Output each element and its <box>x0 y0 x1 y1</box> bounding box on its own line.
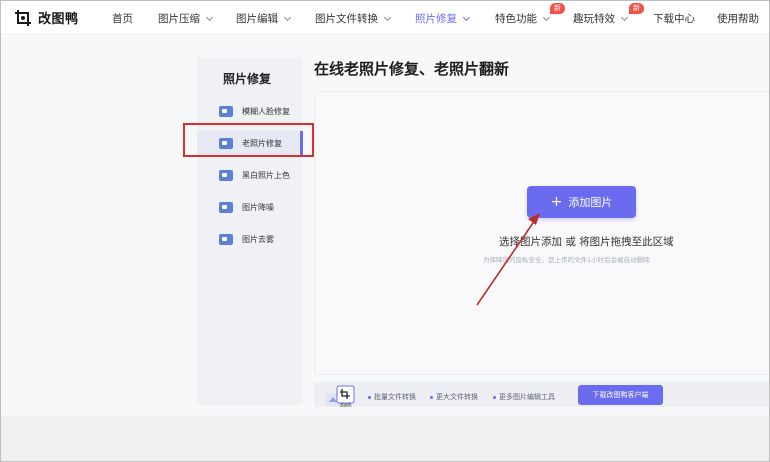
add-image-label: 添加图片 <box>568 196 613 209</box>
nav-label: 图片压缩 <box>158 13 200 25</box>
footer-strip <box>1 416 769 461</box>
nav-fun-effects[interactable]: 趣玩特效 <box>573 11 629 26</box>
sidebar-item-label: 黑白照片上色 <box>242 170 290 180</box>
colorize-icon <box>219 169 233 181</box>
brand-name: 改图鸭 <box>38 12 79 27</box>
nav-label: 下载中心 <box>653 13 695 25</box>
app-client-label: 改图鸭 <box>340 402 352 408</box>
logo[interactable]: 改图鸭 <box>14 8 79 27</box>
face-photo-icon <box>219 105 233 117</box>
feature-label: 批量文件转换 <box>374 393 416 401</box>
nav-label: 特色功能 <box>495 13 537 25</box>
logo-icon <box>15 9 31 26</box>
nav-label: 照片修复 <box>415 13 457 25</box>
feature-large-file: 更大文件转换 <box>430 392 478 402</box>
nav-image-convert[interactable]: 图片文件转换 <box>315 11 392 26</box>
bullet-icon <box>368 395 371 399</box>
sidebar: 照片修复 模糊人脸修复 老照片修复 黑白照片上色 图片降噪 图片去雾 <box>197 57 303 405</box>
app-client-icon: 改图鸭 <box>326 385 355 408</box>
nav-label: 趣玩特效 <box>573 13 615 25</box>
nav-photo-repair[interactable]: 照片修复 <box>415 11 471 26</box>
top-nav: 改图鸭 首页 图片压缩 图片编辑 图片文件转换 照片修复 特色功能 新 趣玩特效… <box>1 1 769 35</box>
sidebar-item-label: 模糊人脸修复 <box>242 106 290 116</box>
plus-icon: + <box>550 193 563 210</box>
upload-drop-zone[interactable] <box>314 91 769 375</box>
bullet-icon <box>493 395 496 399</box>
nav-label: 使用帮助 <box>717 13 759 25</box>
chevron-down-icon <box>620 13 629 21</box>
nav-label: 首页 <box>112 13 133 25</box>
nav-label: 图片文件转换 <box>315 13 378 25</box>
sidebar-item-colorize[interactable]: 黑白照片上色 <box>197 163 303 187</box>
nav-image-edit[interactable]: 图片编辑 <box>236 11 292 26</box>
highlight-box <box>183 123 314 157</box>
feature-label: 更多图片编辑工具 <box>499 393 555 401</box>
defog-icon <box>219 233 233 245</box>
page-title: 在线老照片修复、老照片翻新 <box>314 60 510 78</box>
app-window: 改图鸭 首页 图片压缩 图片编辑 图片文件转换 照片修复 特色功能 新 趣玩特效… <box>0 0 770 462</box>
sidebar-item-label: 图片去雾 <box>242 234 274 244</box>
new-badge: 新 <box>629 3 644 14</box>
sidebar-item-face-repair[interactable]: 模糊人脸修复 <box>197 99 303 123</box>
nav-home[interactable]: 首页 <box>112 11 133 26</box>
drop-hint: 选择图片添加 或 将图片拖拽至此区域 <box>499 236 674 248</box>
feature-more-tools: 更多图片编辑工具 <box>493 392 555 402</box>
feature-label: 更大文件转换 <box>436 393 478 401</box>
sidebar-item-defog[interactable]: 图片去雾 <box>197 227 303 251</box>
sidebar-item-label: 图片降噪 <box>242 202 274 212</box>
chevron-down-icon <box>542 13 551 21</box>
nav-image-compress[interactable]: 图片压缩 <box>158 11 214 26</box>
chevron-down-icon <box>283 13 292 21</box>
sidebar-title: 照片修复 <box>223 72 272 86</box>
chevron-down-icon <box>383 13 392 21</box>
nav-label: 图片编辑 <box>236 13 278 25</box>
nav-special-features[interactable]: 特色功能 <box>495 11 551 26</box>
privacy-note: 为保障您的隐私安全，您上传的文件1小时后会被自动删除 <box>483 256 650 264</box>
chevron-down-icon <box>205 13 214 21</box>
denoise-icon <box>219 201 233 213</box>
bullet-icon <box>430 395 433 399</box>
feature-batch-convert: 批量文件转换 <box>368 392 416 402</box>
chevron-down-icon <box>462 13 471 21</box>
nav-help[interactable]: 使用帮助 <box>717 11 759 26</box>
new-badge: 新 <box>550 3 565 14</box>
nav-download-center[interactable]: 下载中心 <box>653 11 695 26</box>
sidebar-item-denoise[interactable]: 图片降噪 <box>197 195 303 219</box>
add-image-button[interactable]: + 添加图片 <box>527 186 636 218</box>
download-client-button[interactable]: 下载改图鸭客户端 <box>578 385 663 405</box>
